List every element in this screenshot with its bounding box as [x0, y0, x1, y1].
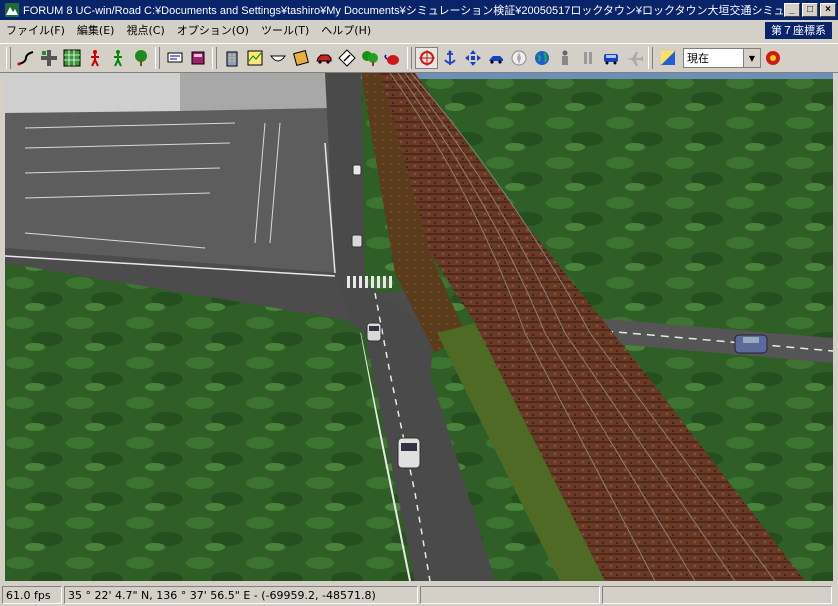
person-button[interactable] — [553, 47, 576, 69]
parking-lot — [5, 108, 335, 273]
scroll-button[interactable] — [289, 47, 312, 69]
bowl-icon — [269, 55, 286, 62]
plane-button[interactable] — [622, 47, 645, 69]
toolbar-separator — [155, 47, 160, 69]
title-bar[interactable]: FORUM 8 UC-win/Road C:¥Documents and Set… — [0, 0, 838, 20]
close-button[interactable]: × — [820, 3, 836, 17]
drive-car-button[interactable] — [484, 47, 507, 69]
forest-button[interactable] — [358, 47, 381, 69]
pedestrian-red-icon — [90, 50, 99, 67]
signboard-icon — [167, 52, 182, 63]
pedestrian-red-button[interactable] — [83, 47, 106, 69]
anchor-icon — [443, 50, 456, 65]
toolbar: 現在 ▼ — [0, 43, 838, 73]
globe-icon — [534, 51, 549, 65]
menu-view[interactable]: 視点(C) — [120, 20, 170, 41]
anchor-button[interactable] — [438, 47, 461, 69]
toolbar-separator-3 — [407, 47, 412, 69]
vehicle-car-1 — [397, 437, 421, 469]
pedestrian-green-icon — [113, 50, 122, 67]
road-alignment-icon — [17, 51, 33, 66]
target-view-button[interactable] — [415, 47, 438, 69]
globe-button[interactable] — [530, 47, 553, 69]
traffic-sign-icon — [337, 49, 356, 67]
parking-lot-building — [5, 73, 180, 113]
traffic-light-button[interactable] — [761, 47, 784, 69]
sun-sky-button[interactable] — [656, 47, 679, 69]
toolbar-separator-4 — [648, 47, 653, 69]
maximize-button[interactable]: □ — [802, 3, 818, 17]
book-button[interactable] — [186, 47, 209, 69]
building-icon — [226, 51, 237, 67]
status-bar: 61.0 fps 35 ° 22' 4.7" N, 136 ° 37' 56.5… — [0, 583, 838, 606]
drive-car-icon — [488, 56, 503, 64]
compass-button[interactable] — [507, 47, 530, 69]
signboard-button[interactable] — [163, 47, 186, 69]
toolbar-grip[interactable] — [6, 47, 11, 69]
person-icon — [561, 50, 568, 65]
pedestrian-green-button[interactable] — [106, 47, 129, 69]
minimize-button[interactable]: _ — [784, 3, 800, 17]
tree-icon — [134, 50, 147, 66]
menu-options[interactable]: オプション(O) — [171, 20, 255, 41]
plane-icon — [625, 52, 643, 66]
coordinate-system-badge[interactable]: 第７座標系 — [765, 22, 832, 39]
status-pane-4 — [602, 585, 832, 604]
scroll-icon — [292, 50, 309, 66]
toolbar-separator-2 — [212, 47, 217, 69]
status-pane-3 — [420, 585, 600, 604]
pause-button[interactable] — [576, 47, 599, 69]
grid-terrain-icon — [63, 49, 80, 67]
intersection-icon — [40, 50, 57, 66]
intersection-button[interactable] — [37, 47, 60, 69]
tree-button[interactable] — [129, 47, 152, 69]
target-view-icon — [418, 50, 435, 66]
car-button[interactable] — [312, 47, 335, 69]
bus-button[interactable] — [599, 47, 622, 69]
menu-tools[interactable]: ツール(T) — [255, 20, 315, 41]
fps-readout: 61.0 fps — [2, 585, 62, 604]
view-select-value: 現在 — [687, 52, 709, 65]
vehicle-car-2 — [366, 322, 382, 342]
sun-sky-icon — [659, 50, 676, 66]
bowl-button[interactable] — [266, 47, 289, 69]
chevron-down-icon[interactable]: ▼ — [743, 49, 760, 67]
teapot-button[interactable] — [381, 47, 404, 69]
traffic-light-icon — [765, 51, 780, 65]
pause-icon — [583, 52, 592, 64]
3d-viewport[interactable] — [5, 73, 833, 581]
bus-icon — [603, 54, 618, 65]
compass-icon — [511, 50, 526, 66]
map-button[interactable] — [243, 47, 266, 69]
parking-lot-top — [180, 73, 335, 111]
move-arrows-button[interactable] — [461, 47, 484, 69]
menu-bar: ファイル(F) 編集(E) 視点(C) オプション(O) ツール(T) ヘルプ(… — [0, 20, 838, 41]
forum8-logo-icon — [5, 3, 19, 17]
teapot-icon — [383, 54, 399, 65]
building-button[interactable] — [220, 47, 243, 69]
menu-file[interactable]: ファイル(F) — [0, 20, 71, 41]
map-icon — [247, 50, 262, 66]
grid-terrain-button[interactable] — [60, 47, 83, 69]
view-select[interactable]: 現在 ▼ — [683, 48, 761, 68]
book-icon — [191, 51, 204, 65]
road-alignment-button[interactable] — [14, 47, 37, 69]
position-readout: 35 ° 22' 4.7" N, 136 ° 37' 56.5" E - (-6… — [64, 585, 418, 604]
menu-edit[interactable]: 編集(E) — [71, 20, 121, 41]
menu-help[interactable]: ヘルプ(H) — [315, 20, 377, 41]
move-arrows-icon — [464, 50, 481, 66]
vehicle-car-5 — [734, 334, 768, 354]
window-title: FORUM 8 UC-win/Road C:¥Documents and Set… — [23, 5, 784, 17]
vehicle-car-4 — [352, 164, 362, 176]
car-icon — [315, 54, 331, 64]
vehicle-car-3 — [351, 234, 363, 248]
traffic-sign-button[interactable] — [335, 47, 358, 69]
3d-scene — [5, 73, 833, 581]
forest-icon — [361, 51, 378, 66]
